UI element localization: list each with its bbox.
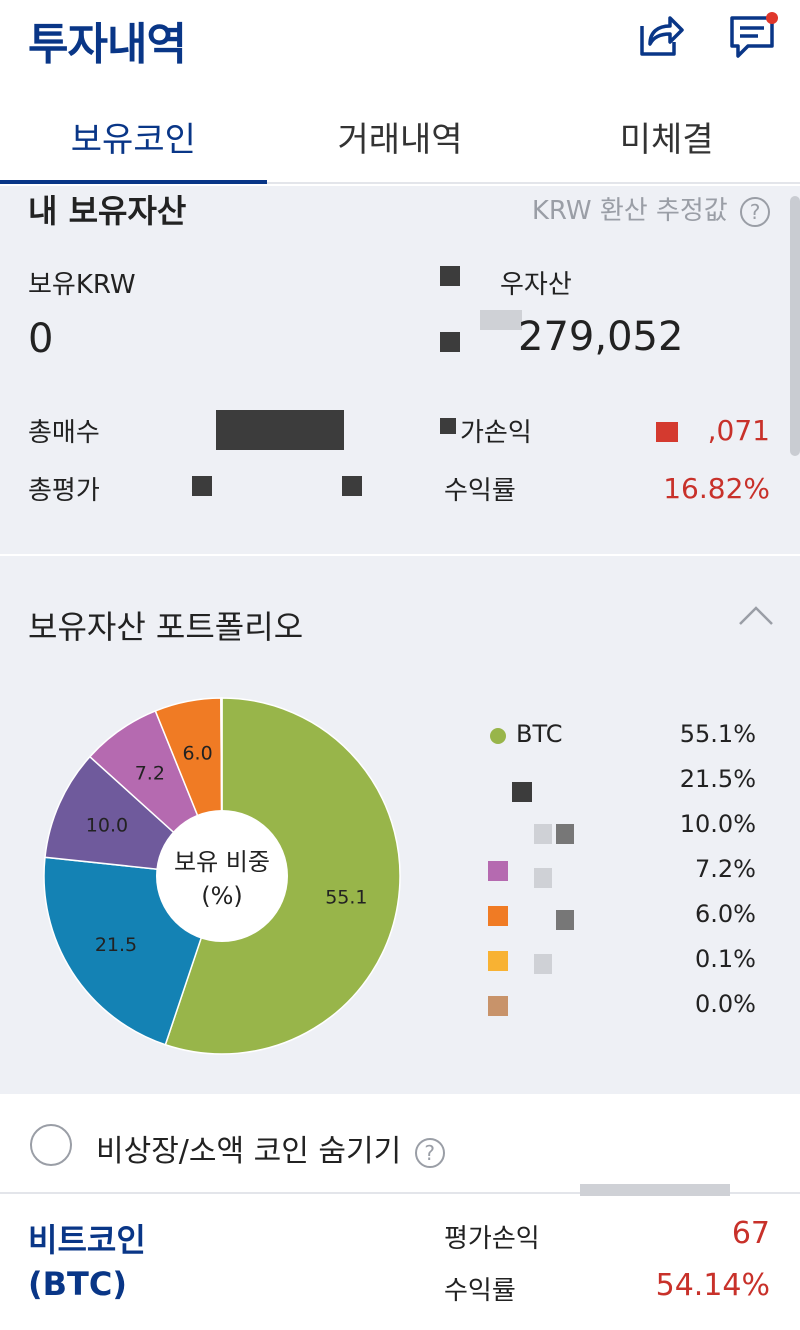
masked-text: [440, 266, 460, 286]
pie-center-hole: [156, 810, 288, 942]
hide-small-coins-radio[interactable]: [30, 1124, 72, 1166]
masked-name: [512, 782, 532, 802]
notification-dot: [766, 12, 778, 24]
legend-percent: 21.5%: [679, 765, 756, 793]
legend-item: 10.0%: [480, 806, 770, 851]
legend-percent: 55.1%: [679, 720, 756, 748]
return-label: 수익률: [444, 476, 516, 506]
hide-small-coins-label: 비상장/소액 코인 숨기기 ?: [96, 1126, 445, 1170]
portfolio-section: 보유자산 포트폴리오 55.1 21.5 10.0 7.2 6.0 보유 비중 (%) …: [0, 554, 800, 1094]
masked-name: [534, 824, 552, 844]
coin-return-label: 수익률: [444, 1276, 516, 1306]
krw-note-text: KRW 환산 추정값: [531, 196, 728, 226]
tab-holdings[interactable]: 보유코인: [0, 96, 267, 184]
legend-swatch: [488, 951, 508, 971]
legend-item: 7.2%: [480, 851, 770, 896]
asset-summary: 내 보유자산 KRW 환산 추정값 ? 보유KRW 0 우자산 279,052 …: [0, 186, 800, 554]
pie-slice-label: 55.1: [325, 886, 367, 908]
legend-item: BTC 55.1%: [480, 716, 770, 761]
legend-percent: 0.1%: [695, 945, 756, 973]
legend-item: 0.0%: [480, 986, 770, 1031]
masked-text: [440, 418, 456, 434]
return-value: 16.82%: [663, 472, 770, 505]
masked-name: [556, 910, 574, 930]
coin-pnl-label: 평가손익: [444, 1224, 540, 1254]
legend-item: 0.1%: [480, 941, 770, 986]
tab-bar: 보유코인 거래내역 미체결: [0, 96, 800, 184]
legend-swatch: [488, 861, 508, 881]
krw-note[interactable]: KRW 환산 추정값 ?: [532, 190, 770, 227]
masked-name: [534, 954, 552, 974]
pnl-label: 가손익: [460, 418, 532, 448]
page-title: 투자내역: [28, 19, 187, 70]
legend-percent: 6.0%: [695, 900, 756, 928]
legend-swatch: [490, 728, 506, 744]
portfolio-legend: BTC 55.1% 21.5% 10.0% 7.2% 6.0% 0.1% 0.0%: [480, 716, 770, 1031]
legend-percent: 0.0%: [695, 990, 756, 1018]
total-eval-label: 총평가: [28, 476, 100, 506]
app-header: 투자내역: [0, 0, 800, 80]
held-krw-value: 0: [28, 316, 54, 362]
pie-slice-label: 6.0: [182, 742, 212, 764]
portfolio-pie-chart: 55.1 21.5 10.0 7.2 6.0 보유 비중 (%): [43, 697, 401, 1055]
legend-percent: 7.2%: [695, 855, 756, 883]
masked-text: [480, 310, 522, 330]
masked-value: [192, 476, 212, 496]
help-icon[interactable]: ?: [414, 1137, 445, 1168]
total-assets-label: 우자산: [500, 270, 572, 300]
legend-percent: 10.0%: [679, 810, 756, 838]
legend-name: BTC: [516, 720, 563, 748]
total-buy-label: 총매수: [28, 418, 100, 448]
coin-row-btc[interactable]: 비트코인 (BTC) 평가손익 67 수익률 54.14%: [0, 1196, 800, 1330]
masked-text: [440, 332, 460, 352]
summary-title: 내 보유자산: [28, 192, 187, 230]
held-krw-label: 보유KRW: [28, 270, 136, 300]
total-assets-value: 279,052: [518, 314, 684, 360]
masked-value: [216, 410, 344, 450]
portfolio-title: 보유자산 포트폴리오: [28, 608, 304, 646]
pnl-value: ,071: [707, 414, 770, 447]
masked-value: [342, 476, 362, 496]
tab-history[interactable]: 거래내역: [267, 96, 534, 182]
pie-center-unit: (%): [201, 882, 243, 910]
coin-pnl-value: 67: [731, 1216, 770, 1251]
coin-return-value: 54.14%: [655, 1268, 770, 1303]
share-icon[interactable]: [636, 12, 684, 60]
coin-name: 비트코인 (BTC): [28, 1221, 146, 1303]
hide-small-coins-row[interactable]: 비상장/소액 코인 숨기기 ?: [0, 1094, 800, 1204]
legend-swatch: [488, 996, 508, 1016]
masked-name: [556, 824, 574, 844]
help-icon[interactable]: ?: [740, 196, 770, 227]
masked-name: [534, 868, 552, 888]
tab-pending[interactable]: 미체결: [533, 96, 800, 182]
masked-value: [656, 422, 678, 442]
scrollbar-thumb[interactable]: [790, 196, 800, 456]
pie-center-label: 보유 비중: [174, 848, 270, 876]
chevron-up-icon[interactable]: [738, 604, 774, 628]
pie-slice-label: 21.5: [95, 934, 137, 956]
pie-slice-label: 10.0: [86, 815, 128, 837]
legend-swatch: [488, 906, 508, 926]
legend-item: 6.0%: [480, 896, 770, 941]
pie-slice-label: 7.2: [135, 763, 165, 785]
